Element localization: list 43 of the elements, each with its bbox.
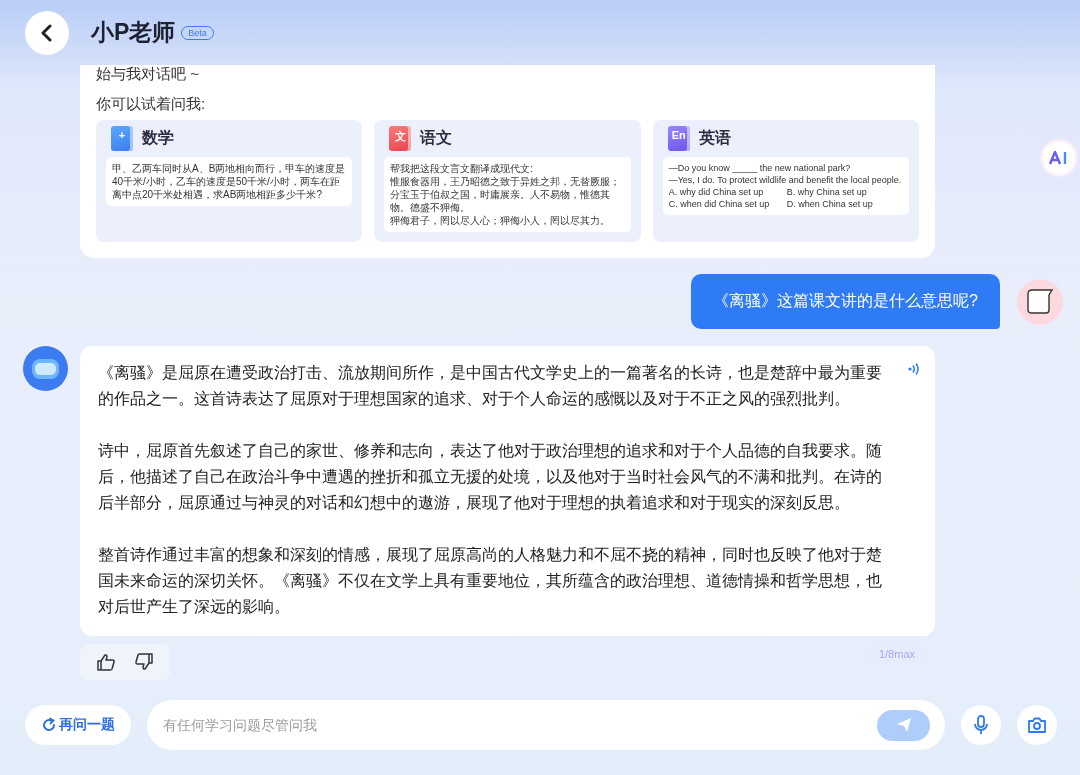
option-text: A. why did China set up bbox=[668, 186, 765, 198]
question-text: —Do you know _____ the new national park? bbox=[668, 162, 852, 174]
answer-paragraph: 诗中，屈原首先叙述了自己的家世、修养和志向，表达了他对于政治理想的追求和对于个人品德的自我要求。随后，他描述了自己在政治斗争中遭遇的挫折和孤立无援的处境，以及他对于当时社会风气的不满和批判。在诗的后半部分，屈原通过与神灵的对话和幻想中的遨游，展现了他对于理想的执着追求和对于现实的深刻反思。 bbox=[98, 441, 883, 513]
question-input[interactable]: 有任何学习问题尽管问我 bbox=[163, 711, 877, 739]
microphone-icon bbox=[972, 715, 990, 735]
avatar-icon bbox=[1017, 278, 1063, 325]
question-text: —Yes, I do. To protect wildlife and benefit the local people. bbox=[668, 174, 903, 186]
example-card[interactable]: En 英语 —Do you know _____ the new national park? —Yes, I do. To protect wildlife and benefit the local people. A. why did China set up B. why China set up C. when did China set up D. when China set up bbox=[652, 120, 919, 242]
subject-title: 英语 bbox=[698, 128, 731, 148]
book-icon: En bbox=[667, 126, 690, 151]
ask-again-button[interactable]: 再问一题 bbox=[25, 705, 131, 745]
question-text: 甲、乙两车同时从A、B两地相向而行，甲车的速度是40千米/小时，乙车的速度是50千米/小时，两车在距离中点20千米处相遇，求AB两地相距多少千米? bbox=[112, 162, 347, 201]
page-title: 小P老师 bbox=[91, 18, 176, 47]
subject-title: 语文 bbox=[420, 128, 453, 148]
ai-icon bbox=[1049, 151, 1069, 165]
thumbs-down-icon[interactable] bbox=[134, 653, 154, 671]
greeting-text: 始与我对话吧 ~ bbox=[96, 65, 200, 83]
camera-button[interactable] bbox=[1017, 705, 1057, 745]
prompt-text: 你可以试着问我: bbox=[96, 95, 207, 114]
user-message: 《离骚》这篇课文讲的是什么意思呢? bbox=[691, 274, 1000, 329]
ai-assistant-button[interactable] bbox=[1040, 139, 1078, 177]
question-text: 帮我把这段文言文翻译成现代文: bbox=[390, 162, 535, 175]
question-text: 惟服食器用，王乃昭德之致于异姓之邦，无替厥服；分宝玉于伯叔之国，时庸展亲。人不易物，惟德其物。德盛不狎侮。 bbox=[390, 175, 622, 214]
speaker-icon[interactable] bbox=[907, 362, 921, 376]
refresh-icon bbox=[41, 717, 57, 733]
example-card[interactable]: + 数学 甲、乙两车同时从A、B两地相向而行，甲车的速度是40千米/小时，乙车的速度是50千米/小时，两车在距离中点20千米处相遇，求AB两地相距多少千米? bbox=[96, 120, 363, 242]
answer-paragraph: 《离骚》是屈原在遭受政治打击、流放期间所作，是中国古代文学史上的一篇著名的长诗，也是楚辞中最为重要的作品之一。这首诗表达了屈原对于理想国家的追求、对于个人命运的感慨以及对于不正之风的强烈批判。 bbox=[98, 363, 883, 409]
option-text: B. why China set up bbox=[786, 186, 868, 198]
thumbs-up-icon[interactable] bbox=[96, 653, 116, 671]
book-icon: + bbox=[111, 126, 133, 151]
camera-icon bbox=[1027, 716, 1047, 734]
option-text: C. when did China set up bbox=[668, 198, 771, 210]
example-card[interactable]: 文 语文 帮我把这段文言文翻译成现代文: 惟服食器用，王乃昭德之致于异姓之邦，无替厥服；分宝玉于伯叔之国，时庸展亲。人不易物，惟德其物。德盛不狎侮。 狎侮君子，罔以尽人心；狎侮小人，罔以尽其力。 bbox=[374, 120, 641, 242]
back-icon bbox=[40, 23, 54, 42]
subject-title: 数学 bbox=[142, 128, 174, 148]
book-icon: 文 bbox=[389, 126, 412, 151]
option-text: D. when China set up bbox=[786, 198, 874, 210]
avatar-icon bbox=[23, 346, 68, 391]
answer-paragraph: 整首诗作通过丰富的想象和深刻的情感，展现了屈原高尚的人格魅力和不屈不挠的精神，同时也反映了他对于楚国未来命运的深切关怀。《离骚》不仅在文学上具有重要地位，其所蕴含的政治理想、道德情操和哲学思想，也对后世产生了深远的影响。 bbox=[98, 545, 883, 617]
input-bar[interactable]: 有任何学习问题尽管问我 bbox=[147, 700, 945, 750]
question-text: 狎侮君子，罔以尽人心；狎侮小人，罔以尽其力。 bbox=[390, 214, 612, 227]
microphone-button[interactable] bbox=[961, 705, 1001, 745]
back-button[interactable] bbox=[25, 10, 69, 55]
